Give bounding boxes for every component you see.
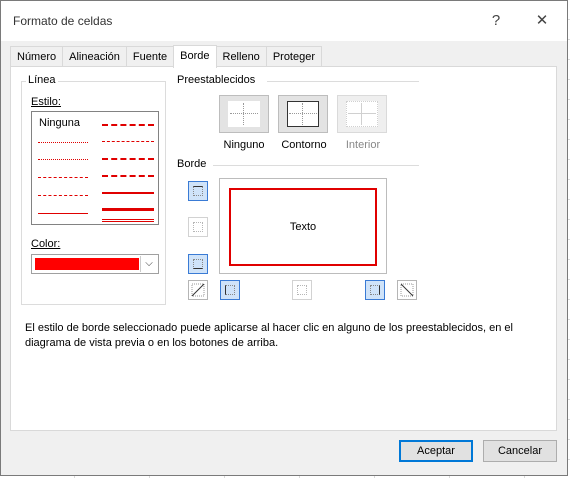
tab-strip: Número Alineación Fuente Borde Relleno P…	[10, 45, 323, 68]
line-style-medium-dash-dot[interactable]	[102, 158, 154, 160]
preset-inside-icon	[346, 101, 378, 127]
tab-fuente[interactable]: Fuente	[125, 46, 175, 67]
dialog-title: Formato de celdas	[13, 14, 113, 28]
border-right-icon	[370, 285, 380, 295]
line-style-thick-solid[interactable]	[102, 208, 154, 211]
preset-inside-button[interactable]	[337, 95, 387, 133]
preset-outline-icon	[287, 101, 319, 127]
border-left-button[interactable]	[220, 280, 240, 300]
line-style-medium-solid[interactable]	[102, 192, 154, 194]
line-style-medium-dashed[interactable]	[102, 175, 154, 177]
line-style-none[interactable]: Ninguna	[39, 117, 80, 129]
accept-button[interactable]: Aceptar	[399, 440, 473, 462]
line-style-list[interactable]: Ninguna	[31, 111, 159, 225]
close-icon[interactable]: ✕	[531, 11, 553, 31]
preset-inside-label: Interior	[345, 139, 381, 151]
preset-none-button[interactable]	[219, 95, 269, 133]
format-cells-dialog: Formato de celdas ? ✕ Número Alineación …	[0, 0, 568, 476]
diagonal-down-icon	[400, 283, 414, 297]
border-inside-horizontal-icon	[193, 222, 203, 232]
preview-text: Texto	[289, 221, 317, 233]
tab-numero[interactable]: Número	[10, 46, 64, 67]
border-separator	[213, 165, 419, 166]
border-diagonal-up-button[interactable]	[188, 280, 208, 300]
line-style-dash-dot-dot[interactable]	[38, 177, 88, 178]
tab-alineacion[interactable]: Alineación	[62, 46, 127, 67]
diagonal-up-icon	[191, 283, 205, 297]
border-right-button[interactable]	[365, 280, 385, 300]
border-top-icon	[193, 186, 203, 196]
line-style-double[interactable]	[102, 219, 154, 222]
cancel-button[interactable]: Cancelar	[483, 440, 557, 462]
presets-separator	[267, 81, 419, 82]
border-title: Borde	[175, 158, 209, 170]
style-label: Estilo:	[31, 96, 61, 108]
border-inside-vertical-button[interactable]	[292, 280, 312, 300]
border-inside-horizontal-button[interactable]	[188, 217, 208, 237]
line-style-dotted-fine[interactable]	[38, 142, 88, 143]
border-inside-vertical-icon	[297, 285, 307, 295]
color-label: Color:	[31, 238, 61, 250]
help-text: El estilo de borde seleccionado puede ap…	[25, 322, 513, 349]
line-group-title: Línea	[26, 74, 58, 86]
line-style-slanted-dash-dot[interactable]	[102, 141, 154, 142]
help-button[interactable]: ?	[485, 11, 507, 31]
preset-outline-label: Contorno	[281, 139, 327, 151]
preset-outline-button[interactable]	[278, 95, 328, 133]
tab-borde[interactable]: Borde	[173, 45, 217, 68]
tab-relleno[interactable]: Relleno	[215, 46, 267, 67]
line-style-dotted[interactable]	[38, 159, 88, 160]
border-preview[interactable]: Texto	[219, 178, 387, 274]
title-bar: Formato de celdas ? ✕	[1, 1, 567, 41]
presets-title: Preestablecidos	[175, 74, 258, 86]
border-left-icon	[225, 285, 235, 295]
preset-none-label: Ninguno	[223, 139, 265, 151]
tab-proteger[interactable]: Proteger	[265, 46, 323, 67]
border-bottom-icon	[193, 259, 203, 269]
color-swatch	[35, 258, 139, 270]
border-top-button[interactable]	[188, 181, 208, 201]
border-diagonal-down-button[interactable]	[397, 280, 417, 300]
line-style-medium-dash-dot-dot[interactable]	[102, 124, 154, 126]
border-bottom-button[interactable]	[188, 254, 208, 274]
line-style-dash-dot[interactable]	[38, 195, 88, 196]
preset-none-icon	[228, 101, 260, 127]
border-tab-panel: Línea Estilo: Ninguna Color: ⌵ Preestabl…	[10, 66, 557, 431]
color-dropdown[interactable]: ⌵	[31, 254, 159, 274]
line-style-thin-solid[interactable]	[38, 213, 88, 214]
chevron-down-icon[interactable]: ⌵	[140, 256, 157, 272]
